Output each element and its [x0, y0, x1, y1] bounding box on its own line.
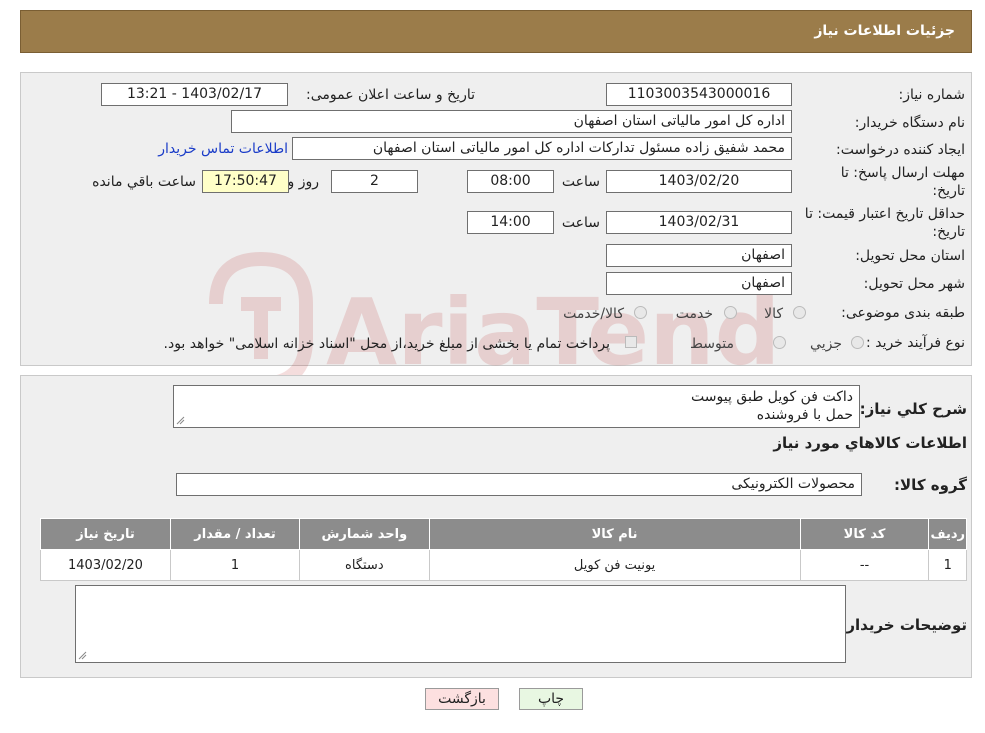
- items-heading: اطلاعات کالاهاي مورد نياز: [773, 434, 967, 452]
- deadline-date-field: 1403/02/20: [606, 170, 792, 193]
- col-header-item-code: کد کالا: [799, 518, 930, 550]
- category-label: طبقه بندی موضوعی:: [841, 305, 965, 321]
- deadline-label: مهلت ارسال پاسخ: تا: [840, 165, 965, 181]
- deadline-label-2: تاریخ:: [932, 183, 965, 199]
- province-label: استان محل تحویل:: [855, 248, 965, 264]
- buyer-org-field: اداره کل امور مالیاتی استان اصفهان: [231, 110, 792, 133]
- buyer-contact-link[interactable]: اطلاعات تماس خریدار: [158, 141, 288, 157]
- cell-item-name: یونیت فن کویل: [428, 549, 801, 581]
- cell-row-number: 1: [928, 549, 967, 581]
- process-option-minor: جزیي: [810, 336, 842, 352]
- print-button[interactable]: چاپ: [519, 688, 583, 710]
- city-label: شهر محل تحویل:: [863, 276, 965, 292]
- resize-grip-icon[interactable]: [78, 651, 87, 660]
- days-remaining-field: 2: [331, 170, 418, 193]
- validity-label: حداقل تاریخ اعتبار قیمت: تا: [804, 206, 965, 222]
- category-option-service: خدمت: [675, 306, 713, 322]
- process-radio-minor[interactable]: [851, 336, 864, 349]
- remaining-time-label: ساعت باقي مانده: [92, 174, 196, 190]
- page-title: جزئیات اطلاعات نیاز: [814, 23, 955, 39]
- treasury-checkbox[interactable]: [625, 336, 637, 348]
- treasury-note: پرداخت تمام یا بخشی از مبلغ خرید،از محل …: [163, 336, 610, 352]
- announce-label: تاریخ و ساعت اعلان عمومی:: [306, 87, 475, 103]
- col-header-need-date: تاریخ نیاز: [40, 518, 171, 550]
- need-number-field: 1103003543000016: [606, 83, 792, 106]
- buyer-notes-label: توضیحات خریدار:: [840, 616, 967, 634]
- category-option-goods-service: کالا/خدمت: [563, 306, 624, 322]
- category-option-goods: کالا: [764, 306, 783, 322]
- back-button[interactable]: بازگشت: [425, 688, 499, 710]
- cell-unit: دستگاه: [299, 549, 430, 581]
- creator-field: محمد شفیق زاده مسئول تدارکات اداره کل ام…: [292, 137, 792, 160]
- page-header: جزئیات اطلاعات نیاز: [20, 10, 972, 53]
- col-header-item-name: نام کالا: [428, 518, 801, 550]
- process-option-medium: متوسط: [690, 336, 734, 352]
- col-header-quantity: تعداد / مقدار: [169, 518, 301, 550]
- col-header-row-number: رديف: [928, 518, 967, 550]
- watermark-text: AriaTender.neT: [326, 279, 776, 386]
- validity-label-2: تاریخ:: [932, 224, 965, 240]
- description-label: شرح کلي نياز:: [859, 400, 967, 418]
- deadline-time-label: ساعت: [561, 174, 600, 190]
- cell-need-date: 1403/02/20: [40, 549, 171, 581]
- validity-time-field: 14:00: [467, 211, 554, 234]
- col-header-unit: واحد شمارش: [299, 518, 430, 550]
- cell-item-code: --: [799, 549, 930, 581]
- resize-grip-icon[interactable]: [176, 416, 185, 425]
- description-line-2: حمل با فروشنده: [756, 407, 853, 423]
- days-label: روز و: [287, 174, 320, 190]
- table-header-row: رديف کد کالا نام کالا واحد شمارش تعداد /…: [40, 518, 967, 550]
- group-label: گروه کالا:: [894, 476, 967, 494]
- creator-label: ایجاد کننده درخواست:: [836, 142, 965, 158]
- buyer-notes-textarea[interactable]: [75, 585, 846, 663]
- buyer-org-label: نام دستگاه خریدار:: [854, 115, 965, 131]
- description-textarea[interactable]: داکت فن کویل طبق پیوست حمل با فروشنده: [173, 385, 860, 428]
- category-radio-goods[interactable]: [793, 306, 806, 319]
- province-field: اصفهان: [606, 244, 792, 267]
- process-radio-medium[interactable]: [773, 336, 786, 349]
- validity-time-label: ساعت: [561, 215, 600, 231]
- need-number-label: شماره نیاز:: [898, 87, 966, 103]
- category-radio-service[interactable]: [724, 306, 737, 319]
- validity-date-field: 1403/02/31: [606, 211, 792, 234]
- category-radio-goods-service[interactable]: [634, 306, 647, 319]
- items-table: رديف کد کالا نام کالا واحد شمارش تعداد /…: [40, 518, 967, 581]
- description-line-1: داکت فن کویل طبق پیوست: [691, 389, 853, 405]
- table-row: 1 -- یونیت فن کویل دستگاه 1 1403/02/20: [40, 549, 967, 581]
- cell-quantity: 1: [169, 549, 301, 581]
- deadline-time-field: 08:00: [467, 170, 554, 193]
- announce-field: 1403/02/17 - 13:21: [101, 83, 288, 106]
- group-field: محصولات الکترونیکی: [176, 473, 862, 496]
- city-field: اصفهان: [606, 272, 792, 295]
- process-label: نوع فرآیند خرید :: [866, 335, 965, 351]
- remaining-time-field: 17:50:47: [202, 170, 289, 193]
